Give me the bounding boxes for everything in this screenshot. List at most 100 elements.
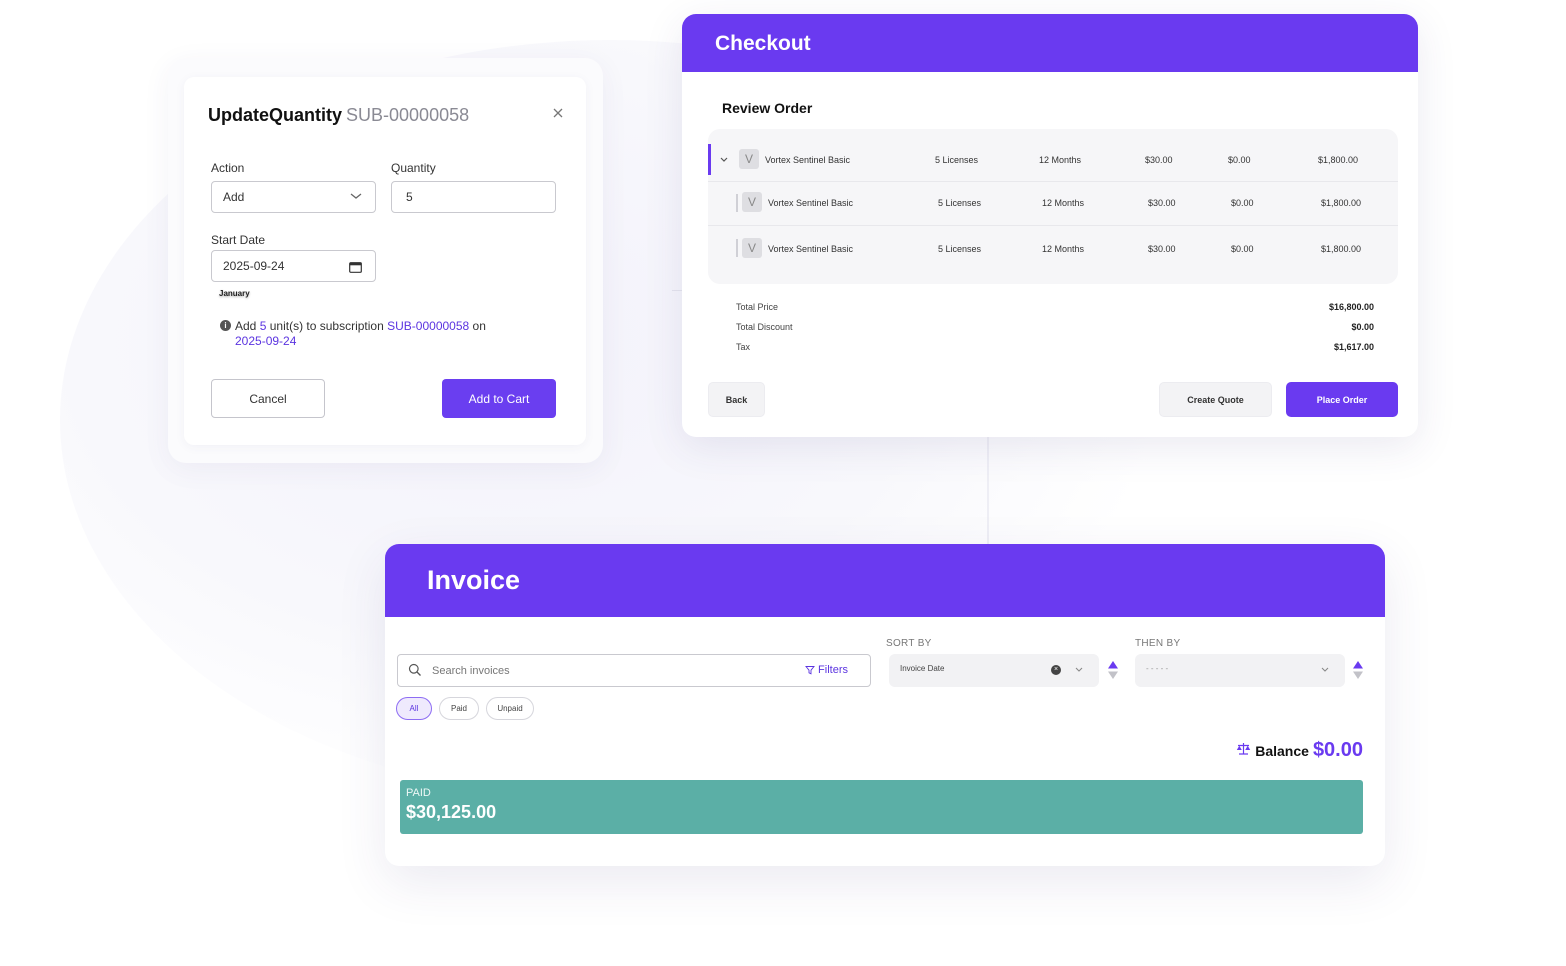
product-name: Vortex Sentinel Basic bbox=[765, 155, 851, 165]
then-by-value: - - - - - bbox=[1146, 664, 1169, 673]
total-price-label: Total Price bbox=[736, 302, 779, 312]
checkout-title: Checkout bbox=[715, 32, 811, 55]
close-icon[interactable] bbox=[550, 105, 566, 121]
info-prefix: Add bbox=[235, 319, 257, 333]
action-label: Action bbox=[211, 161, 245, 175]
quantity-label: Quantity bbox=[391, 161, 436, 175]
checkout-header: Checkout bbox=[682, 14, 1418, 72]
row-divider bbox=[708, 225, 1398, 226]
total-price-value: $16,800.00 bbox=[1328, 302, 1374, 312]
subscription-id: SUB-00000058 bbox=[346, 105, 470, 125]
checkout-card: Checkout Review Order V Vortex Sentinel … bbox=[682, 14, 1418, 437]
licenses-cell: 5 Licenses bbox=[938, 198, 982, 208]
update-quantity-dialog: UpdateQuantity SUB-00000058 Action Add Qu… bbox=[184, 77, 586, 445]
product-avatar: V bbox=[742, 238, 762, 258]
discount-cell: $0.00 bbox=[1231, 198, 1254, 208]
term-cell: 12 Months bbox=[1042, 198, 1085, 208]
tree-line bbox=[736, 194, 738, 212]
filter-icon bbox=[805, 666, 815, 675]
tax-value: $1,617.00 bbox=[1333, 342, 1374, 352]
table-row[interactable]: V Vortex Sentinel Basic 5 Licenses 12 Mo… bbox=[708, 144, 1398, 182]
product-name: Vortex Sentinel Basic bbox=[768, 198, 854, 208]
table-row[interactable]: V Vortex Sentinel Basic 5 Licenses 12 Mo… bbox=[708, 227, 1398, 271]
balance-value: $0.00 bbox=[1312, 739, 1363, 761]
search-placeholder: Search invoices bbox=[432, 665, 510, 677]
chevron-down-icon bbox=[1321, 667, 1329, 672]
price-cell: $30.00 bbox=[1148, 244, 1176, 254]
paid-status-bar[interactable]: PAID $30,125.00 bbox=[400, 780, 1363, 834]
dialog-title-text: UpdateQuantity bbox=[208, 105, 343, 125]
calendar-icon[interactable] bbox=[349, 261, 362, 273]
paid-amount: $30,125.00 bbox=[406, 802, 497, 822]
back-button[interactable]: Back bbox=[708, 382, 765, 417]
chevron-down-icon bbox=[350, 193, 362, 199]
info-subscription-link[interactable]: SUB-00000058 bbox=[387, 319, 469, 333]
start-date-value: 2025-09-24 bbox=[223, 259, 285, 273]
term-cell: 12 Months bbox=[1042, 244, 1085, 254]
table-row[interactable]: V Vortex Sentinel Basic 5 Licenses 12 Mo… bbox=[708, 182, 1398, 226]
sort-by-label: SORT BY bbox=[886, 638, 932, 649]
filter-pill-paid[interactable]: Paid bbox=[439, 697, 479, 720]
filters-label: Filters bbox=[818, 664, 848, 676]
invoice-header: Invoice bbox=[385, 544, 1385, 617]
product-name: Vortex Sentinel Basic bbox=[768, 244, 854, 254]
start-date-input[interactable]: 2025-09-24 bbox=[211, 250, 376, 282]
quantity-input[interactable]: 5 bbox=[391, 181, 556, 213]
sort-arrows-icon[interactable] bbox=[1352, 660, 1364, 680]
paid-label: PAID bbox=[406, 787, 431, 799]
selected-row-indicator bbox=[708, 144, 711, 175]
create-quote-button[interactable]: Create Quote bbox=[1159, 382, 1272, 417]
connector-line bbox=[987, 437, 989, 545]
info-quantity: 5 bbox=[259, 319, 267, 333]
then-by-label: THEN BY bbox=[1135, 638, 1181, 649]
action-select[interactable]: Add bbox=[211, 181, 376, 213]
total-cell: $1,800.00 bbox=[1321, 198, 1362, 208]
filters-button[interactable]: Filters bbox=[805, 664, 848, 676]
chevron-down-icon[interactable] bbox=[719, 156, 729, 164]
balance-summary: Balance $0.00 bbox=[1236, 739, 1363, 762]
info-icon: i bbox=[220, 320, 231, 331]
info-message-text: Add 5 unit(s) to subscription SUB-000000… bbox=[220, 319, 520, 349]
search-icon bbox=[408, 663, 421, 676]
licenses-cell: 5 Licenses bbox=[935, 155, 979, 165]
total-cell: $1,800.00 bbox=[1321, 244, 1362, 254]
product-avatar: V bbox=[742, 192, 762, 212]
tree-line bbox=[736, 239, 738, 257]
price-cell: $30.00 bbox=[1148, 198, 1176, 208]
total-discount-value: $0.00 bbox=[1351, 322, 1374, 332]
balance-scale-icon bbox=[1237, 743, 1251, 755]
product-avatar: V bbox=[739, 149, 759, 169]
total-discount-label: Total Discount bbox=[736, 322, 793, 332]
sort-by-value: Invoice Date bbox=[900, 664, 945, 673]
then-by-select[interactable]: - - - - - bbox=[1135, 654, 1345, 687]
tax-label: Tax bbox=[736, 342, 751, 352]
place-order-button[interactable]: Place Order bbox=[1286, 382, 1398, 417]
quantity-input-value: 5 bbox=[406, 190, 413, 204]
filter-pill-unpaid[interactable]: Unpaid bbox=[486, 697, 534, 720]
sort-by-select[interactable]: Invoice Date × bbox=[889, 654, 1099, 687]
add-to-cart-button[interactable]: Add to Cart bbox=[442, 379, 556, 418]
filter-pill-all[interactable]: All bbox=[396, 697, 432, 720]
price-cell: $30.00 bbox=[1145, 155, 1173, 165]
info-on: on bbox=[472, 319, 486, 333]
search-input[interactable]: Search invoices Filters bbox=[397, 654, 871, 687]
info-middle: unit(s) to subscription bbox=[269, 319, 384, 333]
sort-arrows-icon[interactable] bbox=[1107, 660, 1119, 680]
licenses-cell: 5 Licenses bbox=[938, 244, 982, 254]
discount-cell: $0.00 bbox=[1231, 244, 1254, 254]
cancel-button[interactable]: Cancel bbox=[211, 379, 325, 418]
connector-line bbox=[672, 290, 682, 291]
total-cell: $1,800.00 bbox=[1318, 155, 1359, 165]
action-select-value: Add bbox=[223, 190, 245, 204]
term-cell: 12 Months bbox=[1039, 155, 1082, 165]
start-date-label: Start Date bbox=[211, 233, 266, 247]
dialog-title: UpdateQuantity SUB-00000058 bbox=[208, 105, 469, 126]
invoice-card: Invoice Search invoices Filters All Paid… bbox=[385, 544, 1385, 866]
invoice-title: Invoice bbox=[427, 565, 521, 595]
info-date: 2025-09-24 bbox=[235, 334, 297, 348]
order-items-table: V Vortex Sentinel Basic 5 Licenses 12 Mo… bbox=[708, 129, 1398, 284]
discount-cell: $0.00 bbox=[1228, 155, 1251, 165]
chevron-down-icon bbox=[1075, 667, 1083, 672]
clear-icon[interactable]: × bbox=[1051, 665, 1061, 675]
balance-label: Balance bbox=[1255, 743, 1309, 759]
